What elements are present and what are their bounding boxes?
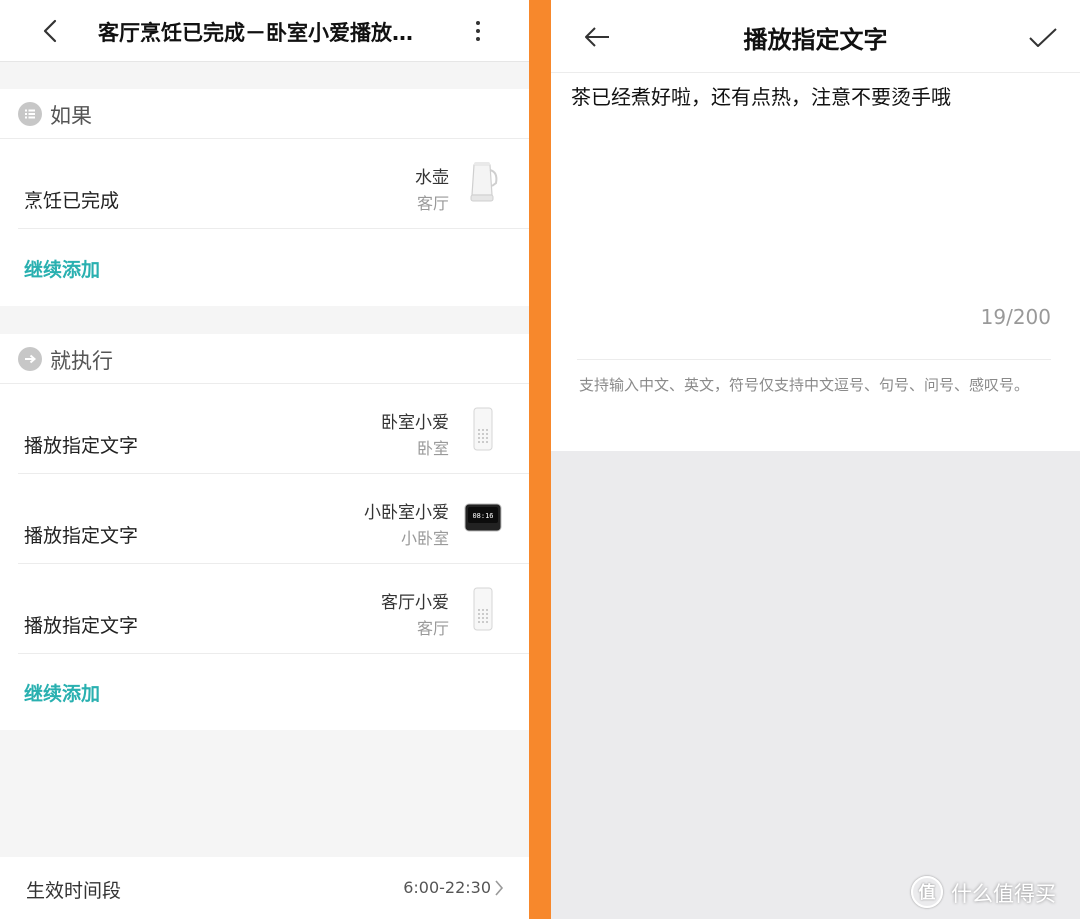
- then-section-label: 就执行: [50, 349, 113, 373]
- if-card: 如果 烹饪已完成 水壶 客厅 继续添加: [0, 89, 529, 306]
- effective-time-label: 生效时间段: [26, 880, 122, 902]
- input-hint: 支持输入中文、英文，符号仅支持中文逗号、句号、问号、感叹号。: [579, 376, 1030, 394]
- back-chevron-icon[interactable]: [38, 18, 64, 44]
- kettle-icon: [470, 162, 498, 202]
- condition-label: 烹饪已完成: [24, 190, 120, 212]
- device-room: 卧室: [416, 439, 449, 458]
- editor-title: 播放指定文字: [743, 26, 888, 54]
- play-text-editor-panel: 播放指定文字 茶已经煮好啦，还有点热，注意不要烫手哦 19/200 支持输入中文…: [551, 0, 1080, 919]
- device-room: 客厅: [416, 194, 449, 213]
- if-section-label: 如果: [50, 104, 92, 128]
- page-title: 客厅烹饪已完成－卧室小爱播放…: [98, 21, 413, 45]
- effective-time-value: 6:00-22:30: [403, 878, 491, 897]
- action-label: 播放指定文字: [24, 525, 139, 547]
- watermark-text: 什么值得买: [951, 882, 1056, 906]
- device-room: 客厅: [416, 619, 449, 638]
- device-name: 客厅小爱: [381, 593, 449, 613]
- display-time-text: 08:16: [472, 512, 493, 520]
- panel-divider: [529, 0, 551, 919]
- watermark-logo-glyph: 值: [918, 883, 936, 903]
- editor-card: 播放指定文字 茶已经煮好啦，还有点热，注意不要烫手哦 19/200 支持输入中文…: [551, 0, 1080, 451]
- more-options-icon[interactable]: [469, 17, 487, 45]
- list-icon: [18, 102, 42, 126]
- device-name: 水壶: [415, 168, 449, 188]
- then-card: 就执行 播放指定文字 卧室小爱 卧室 播放指定文字 小卧室小爱 小卧室 08:1…: [0, 334, 529, 730]
- confirm-check-icon[interactable]: [1028, 26, 1058, 50]
- divider: [577, 359, 1051, 360]
- character-counter: 19/200: [980, 305, 1051, 329]
- editor-header: 播放指定文字: [551, 0, 1080, 73]
- device-room: 小卧室: [400, 529, 449, 548]
- if-add-more-link[interactable]: 继续添加: [24, 255, 100, 282]
- action-label: 播放指定文字: [24, 615, 139, 637]
- action-row[interactable]: 播放指定文字 客厅小爱 客厅: [0, 564, 529, 654]
- action-row[interactable]: 播放指定文字 卧室小爱 卧室: [0, 384, 529, 474]
- effective-time-row[interactable]: 生效时间段 6:00-22:30: [0, 857, 529, 919]
- device-name: 小卧室小爱: [364, 503, 449, 523]
- device-name: 卧室小爱: [381, 413, 449, 433]
- automation-detail-panel: 客厅烹饪已完成－卧室小爱播放… 如果 烹饪已完成 水壶 客厅 继续添加 就执行 …: [0, 0, 529, 919]
- smart-display-icon: 08:16: [464, 503, 502, 532]
- if-section-header: 如果: [0, 89, 529, 139]
- arrow-right-circle-icon: [18, 347, 42, 371]
- then-add-more-link[interactable]: 继续添加: [24, 679, 100, 706]
- action-row[interactable]: 播放指定文字 小卧室小爱 小卧室 08:16: [0, 474, 529, 564]
- chevron-right-icon: [495, 880, 504, 896]
- speech-text-input[interactable]: 茶已经煮好啦，还有点热，注意不要烫手哦: [571, 81, 951, 110]
- speaker-icon: [473, 407, 493, 451]
- speaker-icon: [473, 587, 493, 631]
- top-bar: 客厅烹饪已完成－卧室小爱播放…: [0, 0, 529, 62]
- action-label: 播放指定文字: [24, 435, 139, 457]
- condition-row[interactable]: 烹饪已完成 水壶 客厅: [0, 139, 529, 229]
- then-section-header: 就执行: [0, 334, 529, 384]
